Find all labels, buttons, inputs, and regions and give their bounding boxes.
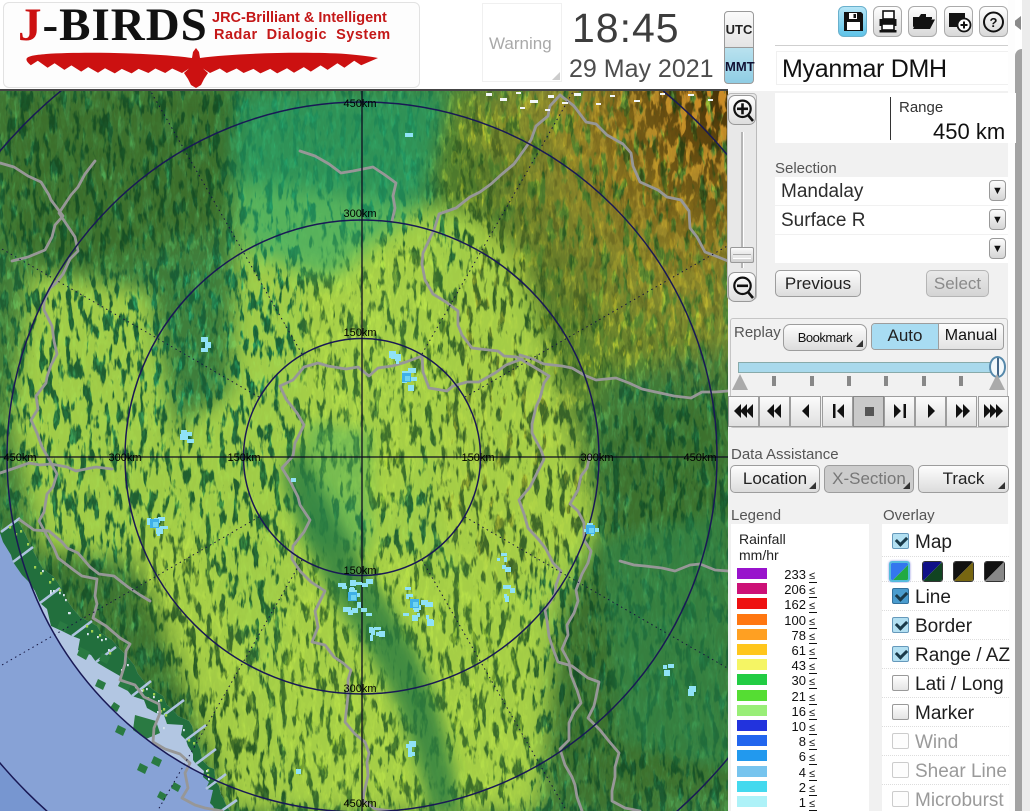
svg-text:300km: 300km	[108, 452, 141, 464]
svg-text:150km: 150km	[343, 327, 376, 339]
svg-text:450km: 450km	[343, 798, 376, 810]
svg-text:150km: 150km	[227, 452, 260, 464]
svg-text:450km: 450km	[683, 452, 716, 464]
svg-text:300km: 300km	[580, 452, 613, 464]
svg-text:300km: 300km	[343, 208, 376, 220]
svg-text:450km: 450km	[343, 98, 376, 110]
svg-text:450km: 450km	[3, 452, 36, 464]
svg-text:?: ?	[990, 15, 998, 30]
svg-text:300km: 300km	[343, 683, 376, 695]
svg-text:150km: 150km	[343, 565, 376, 577]
svg-text:150km: 150km	[461, 452, 494, 464]
